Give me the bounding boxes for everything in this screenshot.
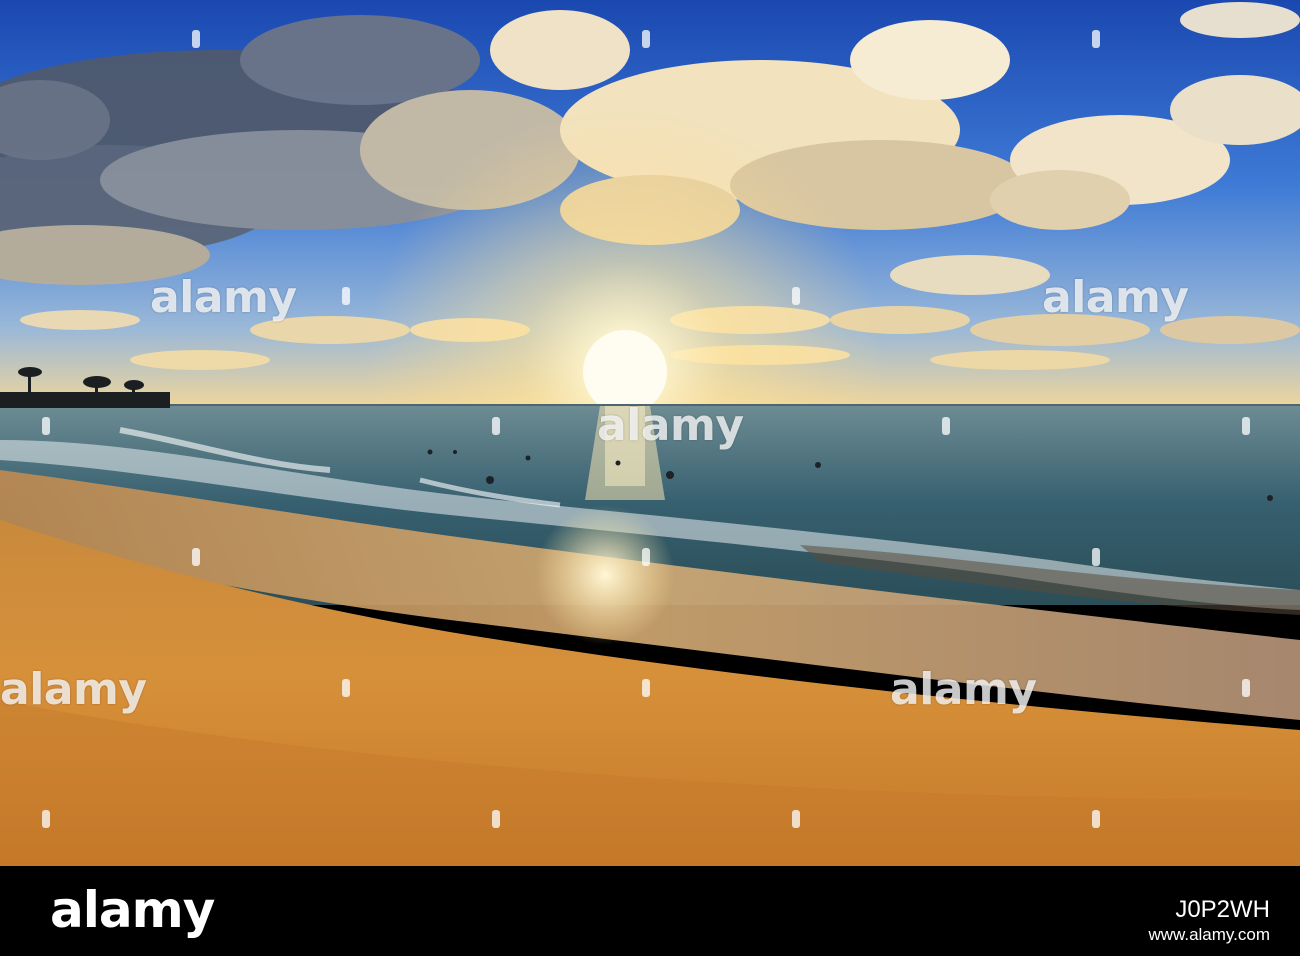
watermark-mark <box>792 287 800 305</box>
watermark-mark <box>792 810 800 828</box>
watermark-mark <box>1242 417 1250 435</box>
watermark-mark <box>642 679 650 697</box>
watermark-mark <box>1242 679 1250 697</box>
watermark-mark <box>492 417 500 435</box>
watermark-mark <box>1092 30 1100 48</box>
watermark-mark <box>42 417 50 435</box>
watermark-mark <box>342 287 350 305</box>
watermark-mark <box>642 548 650 566</box>
watermark-text: alamy <box>1042 272 1189 323</box>
watermark-text: alamy <box>0 664 147 715</box>
watermark-mark <box>1092 810 1100 828</box>
watermark-text: alamy <box>890 664 1037 715</box>
watermark-mark <box>942 417 950 435</box>
watermark-text: alamy <box>597 400 744 451</box>
watermark-text: alamy <box>150 272 297 323</box>
watermark-mark <box>42 810 50 828</box>
brand-logo: alamy <box>50 881 215 939</box>
watermark-mark <box>192 548 200 566</box>
watermark-mark <box>492 810 500 828</box>
watermark-mark <box>642 30 650 48</box>
site-url: www.alamy.com <box>1148 925 1270 944</box>
watermark-mark <box>342 679 350 697</box>
image-frame: alamy alamy alamy alamy alamy alamy J0P2… <box>0 0 1300 956</box>
stock-banner: alamy J0P2WH www.alamy.com <box>0 866 1300 956</box>
stock-image-id: J0P2WH <box>1175 896 1270 923</box>
watermark-mark <box>192 30 200 48</box>
watermark-mark <box>1092 548 1100 566</box>
